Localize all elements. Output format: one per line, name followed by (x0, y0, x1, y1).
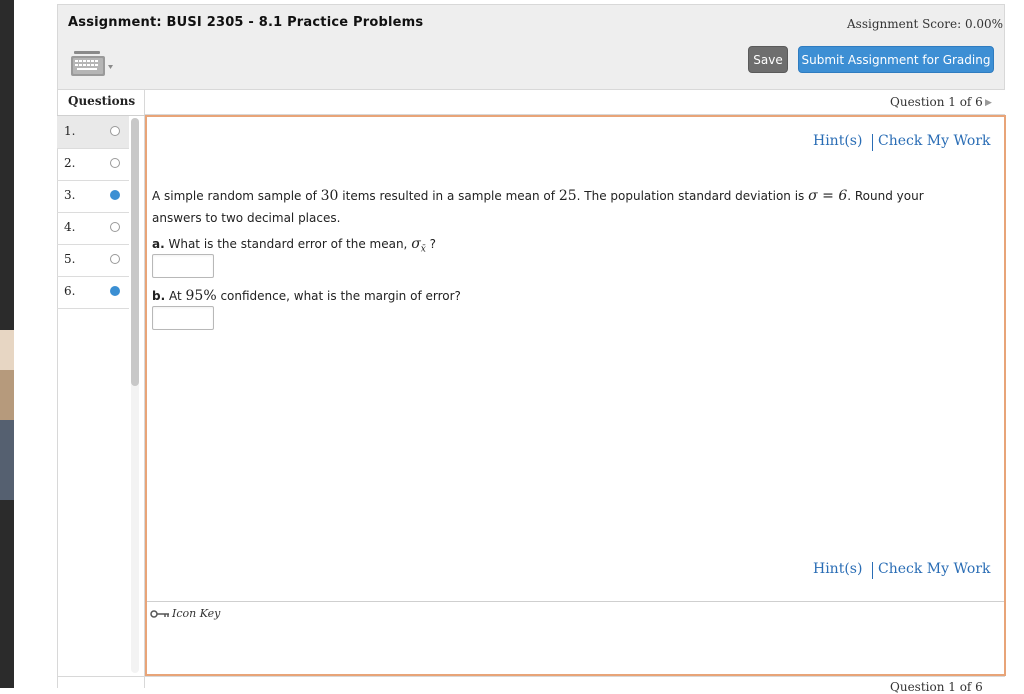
question-number: 6. (64, 284, 76, 298)
hints-link[interactable]: Hint(s) (813, 133, 862, 149)
question-item-2[interactable]: 2. (57, 148, 129, 181)
check-my-work-link-bottom[interactable]: Check My Work (878, 561, 991, 577)
question-item-1[interactable]: 1. (57, 116, 129, 149)
question-number: 3. (64, 188, 76, 202)
link-separator (872, 134, 873, 151)
questions-scrollbar-thumb[interactable] (131, 118, 139, 386)
part-b-answer-input[interactable] (152, 306, 214, 330)
submit-assignment-button[interactable]: Submit Assignment for Grading (798, 46, 994, 73)
question-number: 2. (64, 156, 76, 170)
background-strip (0, 0, 14, 688)
question-item-5[interactable]: 5. (57, 244, 129, 277)
assignment-title: Assignment: BUSI 2305 - 8.1 Practice Pro… (68, 15, 424, 30)
question-text: A simple random sample of 30 items resul… (152, 188, 924, 225)
question-nav-bar (145, 90, 1005, 115)
unanswered-radio-icon (110, 158, 120, 168)
unanswered-radio-icon (110, 254, 120, 264)
keyboard-icon[interactable] (70, 50, 114, 78)
part-b-prompt: b. At 95% confidence, what is the margin… (152, 288, 461, 304)
check-my-work-link[interactable]: Check My Work (878, 133, 991, 149)
question-number: 5. (64, 252, 76, 266)
unanswered-radio-icon (110, 222, 120, 232)
question-number: 1. (64, 124, 76, 138)
unanswered-radio-icon (110, 126, 120, 136)
part-a-answer-input[interactable] (152, 254, 214, 278)
key-icon (150, 610, 169, 618)
assignment-score: Assignment Score: 0.00% (847, 17, 1004, 31)
icon-key-link[interactable]: Icon Key (150, 607, 220, 620)
question-nav-bar-bottom (57, 676, 1005, 688)
answered-radio-icon (110, 190, 120, 200)
question-number: 4. (64, 220, 76, 234)
link-separator (872, 562, 873, 579)
questions-heading: Questions (57, 90, 145, 116)
save-button[interactable]: Save (748, 46, 788, 73)
question-item-6[interactable]: 6. (57, 276, 129, 309)
question-item-4[interactable]: 4. (57, 212, 129, 245)
part-a-prompt: a. What is the standard error of the mea… (152, 236, 437, 255)
question-item-3[interactable]: 3. (57, 180, 129, 213)
question-counter-bottom: Question 1 of 6 (890, 680, 983, 694)
content-divider (147, 601, 1004, 602)
question-counter: Question 1 of 6 (890, 95, 983, 109)
next-question-arrow-icon[interactable]: ▶ (985, 98, 992, 108)
answered-radio-icon (110, 286, 120, 296)
hints-link-bottom[interactable]: Hint(s) (813, 561, 862, 577)
